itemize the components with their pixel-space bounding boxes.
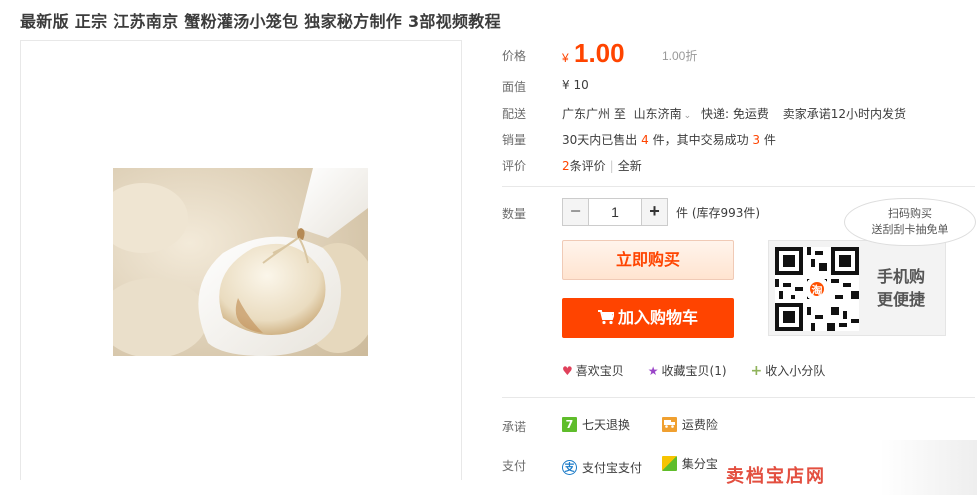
promise-label: 承诺 <box>502 420 527 434</box>
favorite-label: 收藏宝贝(1) <box>661 364 727 378</box>
face-value: ¥ 10 <box>562 78 589 92</box>
section-divider-2 <box>502 397 975 398</box>
product-photo[interactable] <box>113 168 368 356</box>
payment-label: 支付 <box>502 459 527 473</box>
quantity-increase-button[interactable]: + <box>641 199 667 225</box>
face-value-label: 面值 <box>502 80 527 94</box>
sales-suffix: 件 <box>763 133 776 147</box>
divider-bar: | <box>609 159 614 173</box>
add-to-cart-label: 加入购物车 <box>617 308 698 327</box>
express-fee: 快递: 免运费 <box>701 107 769 121</box>
sales-row: 30天内已售出 4 件，其中交易成功 3 件 <box>562 131 776 148</box>
review-count: 2 <box>562 159 570 173</box>
discount-text: 1.00折 <box>662 49 698 63</box>
like-item-link[interactable]: ♥ 喜欢宝贝 <box>562 362 624 379</box>
return-text: 七天退换 <box>582 418 631 432</box>
price-currency: ¥ <box>562 51 569 65</box>
shipping-insurance[interactable]: 运费险 <box>661 416 718 433</box>
soup-dumpling-image <box>113 168 368 356</box>
quantity-stepper: − + <box>562 198 668 226</box>
reviews-row: 2条评价 | 全新 <box>562 157 642 174</box>
delivery-destination-select[interactable]: 山东济南 ⌄ <box>634 107 692 121</box>
alipay-text: 支付宝支付 <box>582 461 643 475</box>
qr-caption-line2: 更便捷 <box>877 290 926 309</box>
condition-new: 全新 <box>617 159 642 173</box>
taobao-badge: 淘 <box>808 280 826 298</box>
quantity-decrease-button[interactable]: − <box>563 199 589 225</box>
payment-row: 支支付宝支付 集分宝 <box>562 455 718 476</box>
jifenbao-icon <box>661 456 677 471</box>
team-label: 收入小分队 <box>765 364 826 378</box>
sold-count: 4 <box>641 133 649 147</box>
section-divider <box>502 186 975 187</box>
delivery-to: 山东济南 <box>633 107 682 121</box>
qr-code[interactable]: 淘 <box>775 247 859 331</box>
alipay-icon: 支 <box>562 460 577 475</box>
truck-icon <box>661 417 677 432</box>
bubble-line1: 扫码购买 <box>888 207 932 220</box>
buy-now-button[interactable]: 立即购买 <box>562 240 734 280</box>
jifenbao-method[interactable]: 集分宝 <box>661 455 718 472</box>
sales-label: 销量 <box>502 133 527 147</box>
delivery-label: 配送 <box>502 107 527 121</box>
return-icon: 7 <box>562 417 577 432</box>
add-to-cart-button[interactable]: 加入购物车 <box>562 298 734 338</box>
jifen-text: 集分宝 <box>681 457 718 471</box>
seven-day-return[interactable]: 7 七天退换 <box>562 416 630 433</box>
product-title: 最新版 正宗 江苏南京 蟹粉灌汤小笼包 独家秘方制作 3部视频教程 <box>20 12 501 31</box>
alipay-method[interactable]: 支支付宝支付 <box>562 459 642 476</box>
add-to-team-link[interactable]: + 收入小分队 <box>751 362 826 379</box>
promise-row: 7 七天退换 运费险 <box>562 416 718 433</box>
price-value: 1.00 <box>574 38 625 68</box>
ship-promise: 卖家承诺12小时内发货 <box>782 107 907 121</box>
chevron-down-icon: ⌄ <box>683 111 692 121</box>
qr-caption-line1: 手机购 <box>877 267 926 286</box>
qr-caption: 手机购 更便捷 <box>877 265 925 311</box>
sales-mid: 件，其中交易成功 <box>652 133 749 147</box>
bubble-line2: 送刮刮卡抽免单 <box>871 223 949 236</box>
corner-shade <box>880 440 977 495</box>
heart-icon: ♥ <box>562 363 573 378</box>
image-gallery <box>20 40 462 480</box>
qr-promo-bubble: 扫码购买 送刮刮卡抽免单 <box>844 198 976 246</box>
price-label: 价格 <box>502 49 527 63</box>
like-label: 喜欢宝贝 <box>575 364 624 378</box>
insurance-text: 运费险 <box>681 418 718 432</box>
delivery-from: 广东广州 至 <box>562 107 626 121</box>
success-count: 3 <box>752 133 761 147</box>
delivery-row: 广东广州 至 山东济南 ⌄ 快递: 免运费 卖家承诺12小时内发货 <box>562 105 906 122</box>
star-icon: ★ <box>647 363 659 378</box>
quantity-input[interactable] <box>589 199 641 225</box>
review-count-text: 条评价 <box>569 159 606 173</box>
item-actions: ♥ 喜欢宝贝 ★ 收藏宝贝(1) + 收入小分队 <box>562 362 849 379</box>
reviews-link[interactable]: 2条评价 <box>562 159 606 173</box>
favorite-item-link[interactable]: ★ 收藏宝贝(1) <box>648 362 727 379</box>
quantity-label: 数量 <box>502 207 527 221</box>
watermark-text: 卖档宝店网 <box>726 466 826 487</box>
cart-icon <box>597 301 616 339</box>
plus-icon: + <box>750 362 763 379</box>
reviews-label: 评价 <box>502 159 527 173</box>
mobile-qr-panel: 淘 手机购 更便捷 <box>768 240 946 336</box>
sales-prefix: 30天内已售出 <box>562 133 638 147</box>
stock-text: 件 (库存993件) <box>676 206 761 220</box>
